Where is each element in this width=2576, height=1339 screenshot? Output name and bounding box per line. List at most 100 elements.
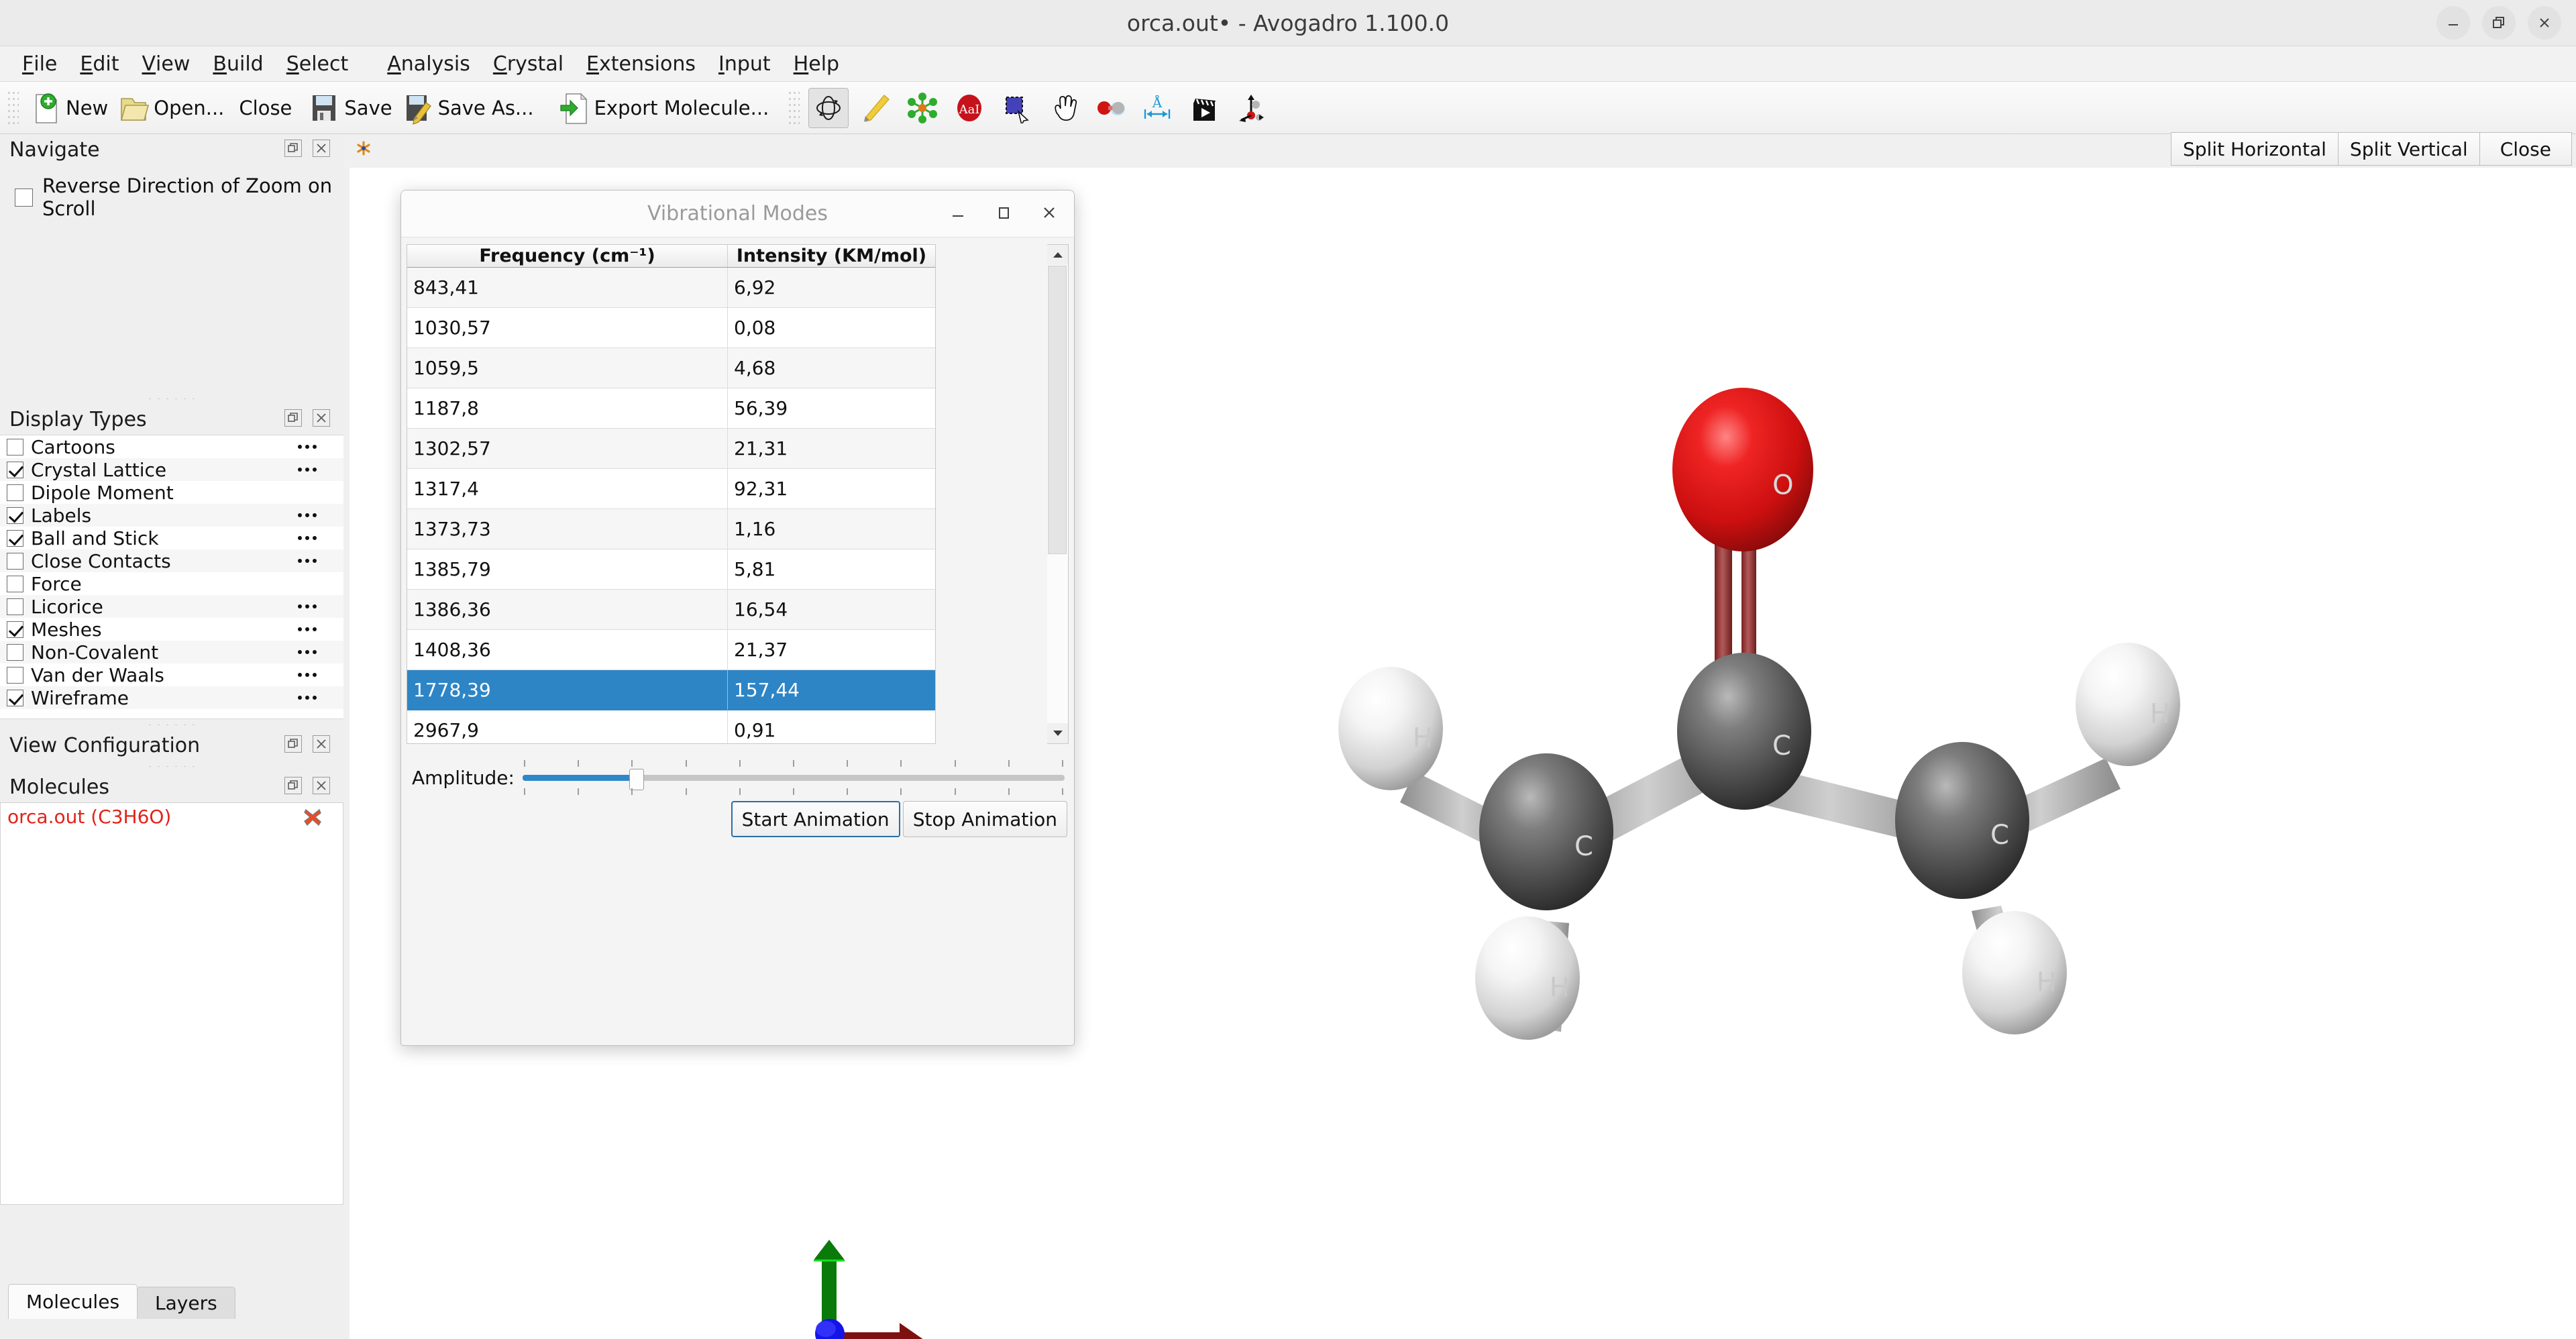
atom-h[interactable]: H (2076, 643, 2180, 766)
table-row[interactable]: 1187,8 56,39 (407, 388, 935, 429)
navigate-float-icon[interactable] (284, 140, 302, 157)
vib-close-icon[interactable] (1039, 201, 1059, 224)
display-type-options-icon[interactable] (298, 595, 317, 618)
display-type-checkbox[interactable] (7, 643, 23, 661)
open-button[interactable]: Open... (112, 87, 228, 129)
new-button[interactable]: New (24, 87, 112, 129)
display-type-row[interactable]: Van der Waals (0, 663, 343, 686)
display-types-float-icon[interactable] (284, 409, 302, 427)
minimize-button[interactable] (2436, 6, 2470, 40)
display-type-checkbox[interactable] (7, 529, 23, 547)
table-row[interactable]: 1302,57 21,31 (407, 429, 935, 469)
table-row[interactable]: 1030,57 0,08 (407, 308, 935, 348)
save-button[interactable]: Save (296, 87, 396, 129)
stop-animation-button[interactable]: Stop Animation (902, 801, 1067, 837)
scroll-up-arrow-icon[interactable] (1047, 245, 1068, 265)
selection-tool-button[interactable] (996, 88, 1036, 128)
display-type-row[interactable]: Force (0, 572, 343, 595)
display-type-options-icon[interactable] (298, 663, 317, 686)
table-vertical-scrollbar[interactable] (1047, 244, 1069, 744)
atom-c[interactable]: C (1677, 653, 1811, 810)
column-header-intensity[interactable]: Intensity (KM/mol) (728, 245, 935, 267)
display-type-checkbox[interactable] (7, 506, 23, 524)
display-type-row[interactable]: Non-Covalent (0, 641, 343, 663)
split-horizontal-button[interactable]: Split Horizontal (2170, 132, 2339, 166)
menu-file[interactable]: File (11, 46, 68, 82)
measure-tool-button[interactable]: Å (1137, 88, 1177, 128)
molecules-float-icon[interactable] (284, 777, 302, 794)
export-molecule-button[interactable]: Export Molecule... (553, 87, 773, 129)
maximize-button[interactable] (2482, 6, 2516, 40)
display-type-row[interactable]: Cartoons (0, 435, 343, 458)
display-type-checkbox[interactable] (7, 484, 23, 501)
splitter-display-viewconfig[interactable] (0, 719, 343, 730)
vib-minimize-icon[interactable] (948, 201, 968, 224)
display-type-options-icon[interactable] (298, 641, 317, 663)
atom-c[interactable]: C (1895, 742, 2029, 899)
align-tool-button[interactable] (1231, 88, 1271, 128)
scrollbar-thumb[interactable] (1048, 266, 1067, 554)
reverse-zoom-checkbox[interactable] (15, 188, 33, 207)
display-type-row[interactable]: Ball and Stick (0, 527, 343, 549)
menu-edit[interactable]: Edit (68, 46, 130, 82)
menu-build[interactable]: Build (201, 46, 274, 82)
display-type-row[interactable]: Licorice (0, 595, 343, 618)
display-type-options-icon[interactable] (298, 527, 317, 549)
view-configuration-float-icon[interactable] (284, 735, 302, 753)
display-type-checkbox[interactable] (7, 461, 23, 478)
display-type-options-icon[interactable] (298, 458, 317, 481)
display-type-options-icon[interactable] (298, 549, 317, 572)
table-row[interactable]: 2967,9 0,91 (407, 710, 935, 743)
menu-help[interactable]: Help (782, 46, 851, 82)
split-vertical-button[interactable]: Split Vertical (2337, 132, 2480, 166)
display-type-checkbox[interactable] (7, 552, 23, 570)
table-row[interactable]: 1059,5 4,68 (407, 348, 935, 388)
amplitude-slider[interactable] (522, 759, 1065, 796)
close-button[interactable] (2528, 6, 2561, 40)
display-type-options-icon[interactable] (298, 504, 317, 527)
table-row[interactable]: 1386,36 16,54 (407, 590, 935, 630)
reverse-zoom-checkbox-row[interactable]: Reverse Direction of Zoom on Scroll (15, 174, 343, 220)
display-type-row[interactable]: Meshes (0, 618, 343, 641)
label-tool-button[interactable]: AaI (949, 88, 989, 128)
navigate-tool-button[interactable] (808, 87, 849, 128)
display-type-options-icon[interactable] (298, 618, 317, 641)
splitter-navigate-display[interactable] (0, 393, 343, 404)
atom-c[interactable]: C (1479, 753, 1613, 910)
table-row[interactable]: 1778,39 157,44 (407, 670, 935, 710)
display-type-row[interactable]: Labels (0, 504, 343, 527)
menu-analysis[interactable]: Analysis (376, 46, 482, 82)
menu-select[interactable]: Select (275, 46, 360, 82)
vibrational-modes-table[interactable]: Frequency (cm⁻¹) Intensity (KM/mol) 843,… (407, 244, 936, 744)
vib-maximize-icon[interactable] (994, 201, 1014, 224)
draw-tool-button[interactable] (855, 88, 896, 128)
table-row[interactable]: 1373,73 1,16 (407, 509, 935, 549)
save-as-button[interactable]: Save As... (396, 87, 538, 129)
display-type-checkbox[interactable] (7, 598, 23, 615)
translate-tool-button[interactable] (1043, 88, 1083, 128)
close-view-button[interactable]: Close (2479, 132, 2572, 166)
menu-view[interactable]: View (131, 46, 202, 82)
display-type-checkbox[interactable] (7, 666, 23, 684)
display-type-checkbox[interactable] (7, 438, 23, 456)
splitter-viewconfig-molecules[interactable] (0, 761, 343, 771)
table-row[interactable]: 843,41 6,92 (407, 268, 935, 308)
list-item[interactable]: orca.out (C3H6O) (1, 803, 343, 830)
display-type-row[interactable]: Close Contacts (0, 549, 343, 572)
display-type-checkbox[interactable] (7, 621, 23, 638)
display-type-checkbox[interactable] (7, 575, 23, 592)
atom-o[interactable]: O (1672, 388, 1813, 551)
display-type-row[interactable]: Dipole Moment (0, 481, 343, 504)
atom-h[interactable]: H (1475, 916, 1580, 1040)
column-header-frequency[interactable]: Frequency (cm⁻¹) (407, 245, 728, 267)
slider-handle[interactable] (629, 769, 644, 790)
close-button-toolbar[interactable]: Close (228, 87, 296, 129)
display-type-row[interactable]: Crystal Lattice (0, 458, 343, 481)
menu-crystal[interactable]: Crystal (482, 46, 575, 82)
navigate-close-icon[interactable] (313, 140, 330, 157)
bond-centric-tool-button[interactable] (1090, 88, 1130, 128)
table-row[interactable]: 1317,4 92,31 (407, 469, 935, 509)
display-type-row[interactable]: Wireframe (0, 686, 343, 709)
table-row[interactable]: 1385,79 5,81 (407, 549, 935, 590)
toolbar-grip-file[interactable] (7, 89, 19, 126)
